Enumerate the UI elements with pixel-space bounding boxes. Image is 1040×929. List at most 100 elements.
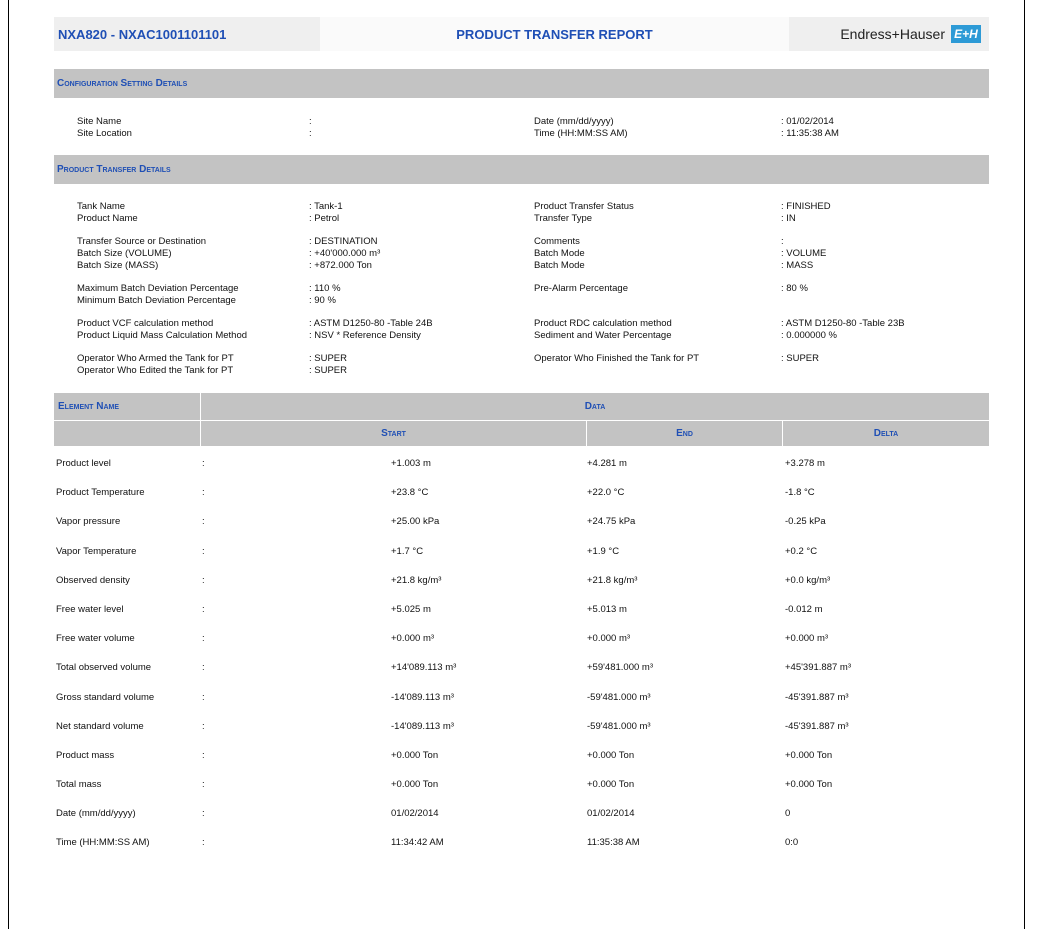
col-data: Data <box>201 393 989 420</box>
kv-value: : +872.000 Ton <box>309 260 372 271</box>
table-row: Free water level: +5.025 m +5.013 m -0.012 … <box>54 596 989 625</box>
kv-label: Product Name <box>77 213 138 224</box>
kv-label: Site Location <box>77 128 132 139</box>
row-separator: : <box>202 749 205 761</box>
kv-label: Minimum Batch Deviation Percentage <box>77 295 236 306</box>
brand-logo: Endress+Hauser E+H <box>789 17 989 51</box>
row-end-value: +4.281 m <box>587 458 627 469</box>
transfer-details: Tank Name: Tank-1 Product Transfer Status… <box>54 201 989 377</box>
kv-value: : 01/02/2014 <box>781 116 834 127</box>
row-delta-value: -45'391.887 m³ <box>785 691 849 703</box>
data-table-body: Product level: +1.003 m +4.281 m +3.278 m Pr… <box>54 450 989 859</box>
kv-label: Tank Name <box>77 201 126 212</box>
row-element-name: Observed density <box>56 574 130 586</box>
row-start-value: +1.003 m <box>391 458 431 469</box>
table-row: Gross standard volume: -14'089.113 m³ -59'… <box>54 684 989 713</box>
table-row: Product level: +1.003 m +4.281 m +3.278 m <box>54 450 989 479</box>
table-header-sub: Start End Delta <box>54 420 989 446</box>
row-element-name: Time (HH:MM:SS AM) <box>56 837 150 849</box>
row-separator: : <box>202 720 205 732</box>
col-element-label: Element Name <box>58 401 120 412</box>
kv-group: Transfer Source or Destination: DESTINAT… <box>54 236 989 272</box>
kv-row: Transfer Source or Destination: DESTINAT… <box>54 236 989 248</box>
kv-value: : VOLUME <box>781 248 827 259</box>
row-element-name: Date (mm/dd/yyyy) <box>56 808 136 820</box>
row-separator: : <box>202 545 205 557</box>
kv-row: Product VCF calculation method: ASTM D12… <box>54 318 989 330</box>
kv-value: : ASTM D1250-80 -Table 23B <box>781 318 905 329</box>
row-start-value: -14'089.113 m³ <box>391 720 454 732</box>
kv-value: : <box>781 236 784 247</box>
row-separator: : <box>202 808 205 820</box>
row-end-value: +0.000 Ton <box>587 779 635 791</box>
document-id: NXA820 - NXAC1001101101 <box>54 17 320 51</box>
row-delta-value: -0.25 kPa <box>785 516 826 528</box>
eh-logo-icon: E+H <box>951 25 981 43</box>
kv-value: : SUPER <box>309 365 348 376</box>
kv-label: Batch Mode <box>534 260 585 271</box>
kv-value: : ASTM D1250-80 -Table 24B <box>309 318 433 329</box>
row-separator: : <box>202 837 205 849</box>
kv-group: Maximum Batch Deviation Percentage: 110 … <box>54 283 989 307</box>
row-start-value: +1.7 °C <box>391 545 424 557</box>
row-start-value: +14'089.113 m³ <box>391 662 457 674</box>
row-start-value: 11:34:42 AM <box>391 837 444 849</box>
kv-row: Batch Size (VOLUME): +40'000.000 m³ Batch… <box>54 248 989 260</box>
page-border-left <box>8 0 9 929</box>
table-row: Product mass: +0.000 Ton +0.000 Ton +0.000 … <box>54 742 989 771</box>
kv-label: Site Name <box>77 116 122 127</box>
kv-row: Product Name: Petrol Transfer Type: IN <box>54 213 989 225</box>
row-start-value: +25.00 kPa <box>391 516 440 528</box>
table-row: Time (HH:MM:SS AM): 11:34:42 AM 11:35:38 A… <box>54 829 989 858</box>
table-row: Total mass: +0.000 Ton +0.000 Ton +0.000 To… <box>54 771 989 800</box>
kv-row: Site Location: Time (HH:MM:SS AM): 11:35:… <box>54 128 989 140</box>
config-details: Site Name: Date (mm/dd/yyyy): 01/02/2014 S… <box>54 116 989 140</box>
row-delta-value: +3.278 m <box>785 458 825 469</box>
kv-value: : Petrol <box>309 213 340 224</box>
row-end-value: +0.000 Ton <box>587 749 635 761</box>
row-end-value: +24.75 kPa <box>587 516 636 528</box>
kv-group: Operator Who Armed the Tank for PT: SUPE… <box>54 353 989 377</box>
page-border-right <box>1024 0 1025 929</box>
kv-label: Comments <box>534 236 580 247</box>
table-row: Free water volume: +0.000 m³ +0.000 m³ +0.0… <box>54 625 989 654</box>
kv-value: : IN <box>781 213 796 224</box>
kv-value: : <box>309 128 312 139</box>
transfer-section-title: Product Transfer Details <box>57 164 171 175</box>
table-row: Net standard volume: -14'089.113 m³ -59'48… <box>54 713 989 742</box>
row-separator: : <box>202 779 205 791</box>
row-start-value: +23.8 °C <box>391 487 429 499</box>
col-delta: Delta <box>783 421 989 446</box>
kv-value: : 110 % <box>309 283 341 294</box>
row-element-name: Product mass <box>56 749 115 761</box>
table-row: Observed density: +21.8 kg/m³ +21.8 kg/m³ +… <box>54 567 989 596</box>
kv-row: Product Liquid Mass Calculation Method: … <box>54 330 989 342</box>
col-element-name: Element Name <box>54 393 201 420</box>
kv-label: Product Transfer Status <box>534 201 634 212</box>
kv-label: Batch Size (MASS) <box>77 260 159 271</box>
row-end-value: +5.013 m <box>587 603 627 615</box>
row-element-name: Product Temperature <box>56 487 145 499</box>
report-title: PRODUCT TRANSFER REPORT <box>320 17 789 51</box>
kv-label: Pre-Alarm Percentage <box>534 283 628 294</box>
row-delta-value: +0.000 Ton <box>785 749 833 761</box>
table-row: Product Temperature: +23.8 °C +22.0 °C -1.8… <box>54 479 989 508</box>
kv-row: Batch Size (MASS) : +872.000 Ton Batch Mod… <box>54 260 989 272</box>
kv-row: Operator Who Armed the Tank for PT: SUPE… <box>54 353 989 365</box>
report-header: NXA820 - NXAC1001101101 PRODUCT TRANSFER… <box>54 17 989 51</box>
kv-row: Operator Who Edited the Tank for PT: SUP… <box>54 365 989 377</box>
row-element-name: Free water volume <box>56 633 135 645</box>
row-separator: : <box>202 633 205 645</box>
config-section-title: Configuration Setting Details <box>57 78 188 89</box>
row-separator: : <box>202 691 205 703</box>
kv-value: : 11:35:38 AM <box>781 128 839 139</box>
row-end-value: +22.0 °C <box>587 487 625 499</box>
table-header-top: Element Name Data <box>54 393 989 420</box>
row-start-value: +21.8 kg/m³ <box>391 574 442 586</box>
row-element-name: Total mass <box>56 779 102 791</box>
row-end-value: +1.9 °C <box>587 545 620 557</box>
row-start-value: 01/02/2014 <box>391 808 439 820</box>
row-delta-value: +0.000 Ton <box>785 779 833 791</box>
kv-value: : <box>309 116 312 127</box>
report-page: NXA820 - NXAC1001101101 PRODUCT TRANSFER… <box>54 17 989 859</box>
